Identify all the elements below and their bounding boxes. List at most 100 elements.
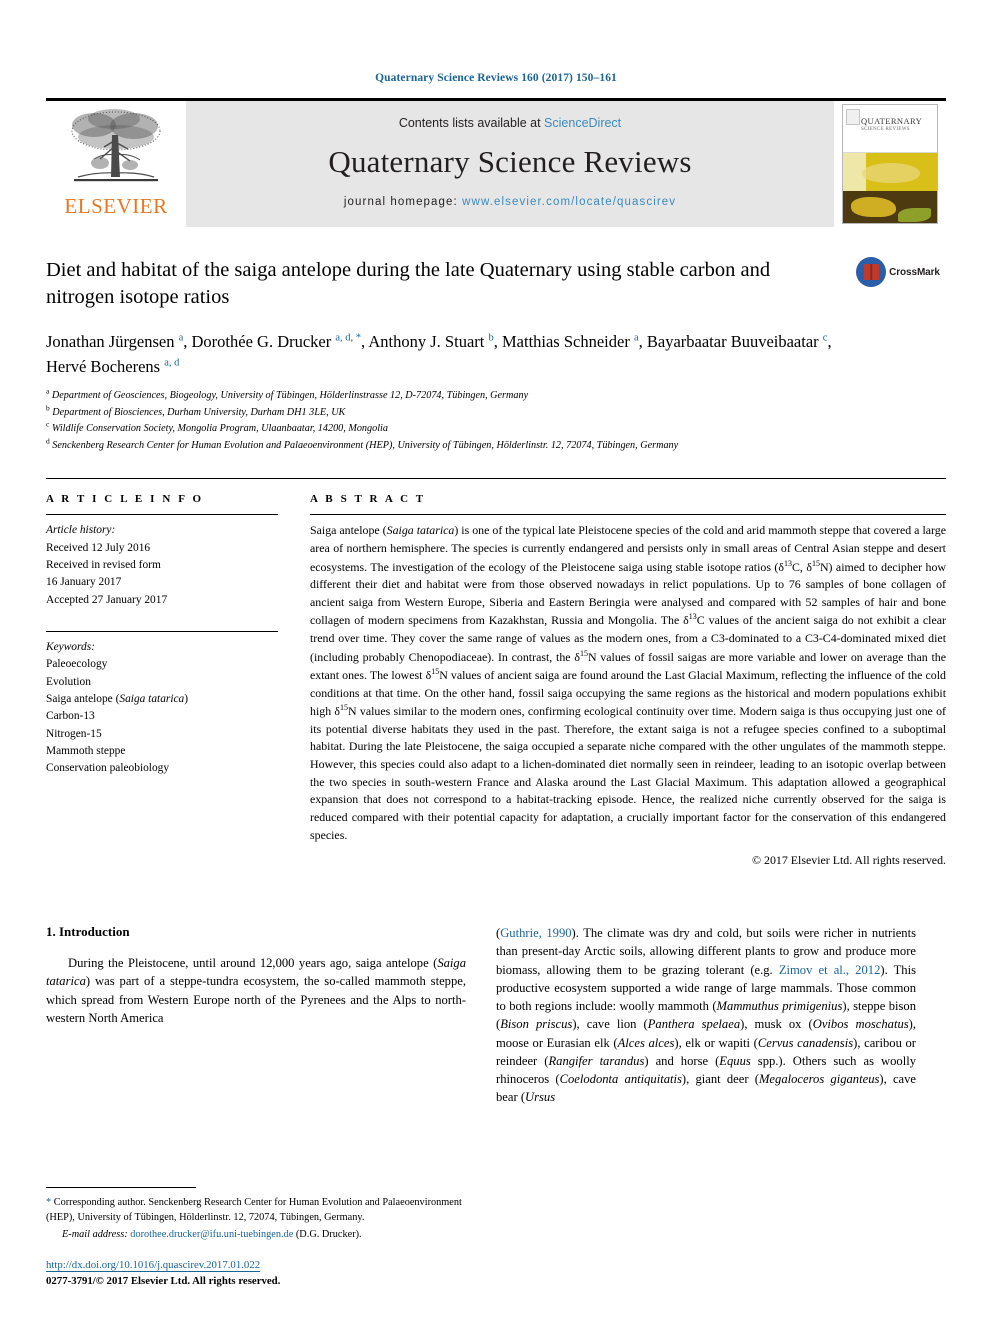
author-item: Anthony J. Stuart b [368,332,493,351]
abstract-rule [310,514,946,516]
crossmark-badge[interactable]: CrossMark [850,257,946,287]
article-info-column: A R T I C L E I N F O Article history: R… [46,493,278,868]
affiliation-text: Wildlife Conservation Society, Mongolia … [51,423,388,435]
affiliation-list: a Department of Geosciences, Biogeology,… [46,388,946,454]
keyword-item: Saiga antelope (Saiga tatarica) [46,692,189,705]
keyword-item: Paleoecology [46,658,108,671]
corresponding-marker: * [46,1196,52,1208]
keyword-item: Nitrogen-15 [46,727,102,740]
author-item: Matthias Schneider a [502,332,639,351]
abstract-copyright: © 2017 Elsevier Ltd. All rights reserved… [752,853,946,868]
keyword-item: Mammoth steppe [46,744,126,757]
cover-image: QUATERNARY SCIENCE REVIEWS [842,104,938,224]
email-line: E-mail address: dorothee.drucker@ifu.uni… [46,1227,466,1242]
journal-article-page: Quaternary Science Reviews 160 (2017) 15… [0,0,992,1323]
article-history-block: Article history: Received 12 July 2016 R… [46,522,278,609]
abstract-column: A B S T R A C T Saiga antelope (Saiga ta… [310,493,946,868]
author-affiliation-mark: a, d, * [335,332,362,344]
keywords-label: Keywords: [46,640,95,653]
corresponding-text: Corresponding author. Senckenberg Resear… [46,1196,462,1224]
footnote-area: * Corresponding author. Senckenberg Rese… [46,1186,466,1289]
journal-masthead: ELSEVIER Contents lists available at Sci… [46,98,946,227]
author-affiliation-mark: a [178,332,184,344]
doi-link[interactable]: http://dx.doi.org/10.1016/j.quascirev.20… [46,1258,261,1272]
body-paragraph: During the Pleistocene, until around 12,… [46,956,466,1025]
citation-link[interactable]: Guthrie, 1990 [500,926,571,940]
history-item: Received 12 July 2016 [46,541,151,554]
keyword-item: Evolution [46,675,91,688]
body-paragraph: (Guthrie, 1990). The climate was dry and… [496,926,917,1105]
elsevier-logo: ELSEVIER [46,101,186,227]
abstract-label: A B S T R A C T [310,493,426,506]
author-name: Matthias Schneider [501,332,630,352]
keyword-item: Carbon-13 [46,710,95,723]
author-name: Jonathan Jürgensen [46,332,175,352]
sciencedirect-link[interactable]: ScienceDirect [544,116,621,130]
keywords-block: Keywords: Paleoecology Evolution Saiga a… [46,630,278,778]
journal-cover-thumbnail: QUATERNARY SCIENCE REVIEWS [834,101,946,227]
cover-top-band: QUATERNARY SCIENCE REVIEWS [843,105,937,154]
keyword-item: Conservation paleobiology [46,762,170,775]
journal-homepage-link[interactable]: www.elsevier.com/locate/quascirev [462,196,676,208]
affiliation-item: d Senckenberg Research Center for Human … [46,436,946,455]
author-item: Dorothée G. Drucker a, d, * [192,332,362,351]
author-item: Hervé Bocherens a, d [46,357,179,376]
author-name: Hervé Bocherens [46,357,161,377]
keywords-list: Keywords: Paleoecology Evolution Saiga a… [46,639,278,778]
affiliation-text: Department of Geosciences, Biogeology, U… [51,390,529,402]
doi-block: http://dx.doi.org/10.1016/j.quascirev.20… [46,1257,466,1289]
author-item: Jonathan Jürgensen a [46,332,183,351]
affiliation-mark: d [46,436,50,446]
elsevier-tree-icon [71,109,161,182]
email-suffix: (D.G. Drucker). [295,1229,362,1241]
cover-side-panel [843,153,866,191]
cover-title-main: QUATERNARY [861,116,923,126]
cover-publisher-mark [846,109,860,125]
cover-bottom-band [843,190,937,223]
contents-prefix: Contents lists available at [398,116,545,130]
affiliation-item: a Department of Geosciences, Biogeology,… [46,388,946,405]
author-affiliation-mark: c [822,332,828,344]
article-info-rule [46,514,278,516]
body-columns: 1. Introduction During the Pleistocene, … [46,924,946,1107]
cover-subtitle: SCIENCE REVIEWS [861,126,910,132]
corresponding-author-note: * Corresponding author. Senckenberg Rese… [46,1195,466,1243]
affiliation-mark: c [46,419,50,429]
crossmark-label: CrossMark [889,266,940,278]
citation-link[interactable]: Zimov et al., 2012 [779,963,881,977]
author-name: Bayarbaatar Buuveibaatar [646,332,819,352]
cover-mid-band [843,153,937,191]
author-name: Dorothée G. Drucker [191,332,332,352]
history-item: Received in revised form [46,558,161,571]
abstract-paragraph: Saiga antelope (Saiga tatarica) is one o… [310,523,947,842]
author-affiliation-mark: a, d [164,357,180,369]
history-item: 16 January 2017 [46,576,122,589]
body-column-left: 1. Introduction During the Pleistocene, … [46,924,466,1107]
contents-lists-line: Contents lists available at ScienceDirec… [399,116,621,130]
journal-homepage-line: journal homepage: www.elsevier.com/locat… [344,196,676,208]
article-info-label: A R T I C L E I N F O [46,493,204,506]
crossmark-row: CrossMark [856,257,940,287]
email-link[interactable]: dorothee.drucker@ifu.uni-tuebingen.de [130,1229,293,1240]
affiliation-item: b Department of Biosciences, Durham Univ… [46,403,946,422]
affiliation-text: Senckenberg Research Center for Human Ev… [52,439,679,451]
article-title: Diet and habitat of the saiga antelope d… [46,259,771,309]
journal-name: Quaternary Science Reviews [328,144,692,179]
masthead-center: Contents lists available at ScienceDirec… [186,101,834,227]
affiliation-mark: b [46,403,50,413]
affiliation-text: Department of Biosciences, Durham Univer… [52,406,346,418]
author-name: Anthony J. Stuart [368,332,485,352]
introduction-heading: 1. Introduction [46,924,130,940]
keywords-rule [46,630,278,632]
introduction-left-text: During the Pleistocene, until around 12,… [46,954,466,1027]
crossmark-book-glyph [863,264,879,280]
crossmark-icon [856,257,887,287]
article-header: Diet and habitat of the saiga antelope d… [46,257,946,311]
email-label: E-mail address: [62,1229,128,1241]
info-abstract-section: A R T I C L E I N F O Article history: R… [46,478,946,868]
author-list: Jonathan Jürgensen a, Dorothée G. Drucke… [46,332,832,377]
homepage-prefix: journal homepage: [343,196,463,208]
elsevier-wordmark: ELSEVIER [64,194,168,218]
author-item: Bayarbaatar Buuveibaatar c [647,332,828,351]
footnote-divider [46,1186,196,1188]
